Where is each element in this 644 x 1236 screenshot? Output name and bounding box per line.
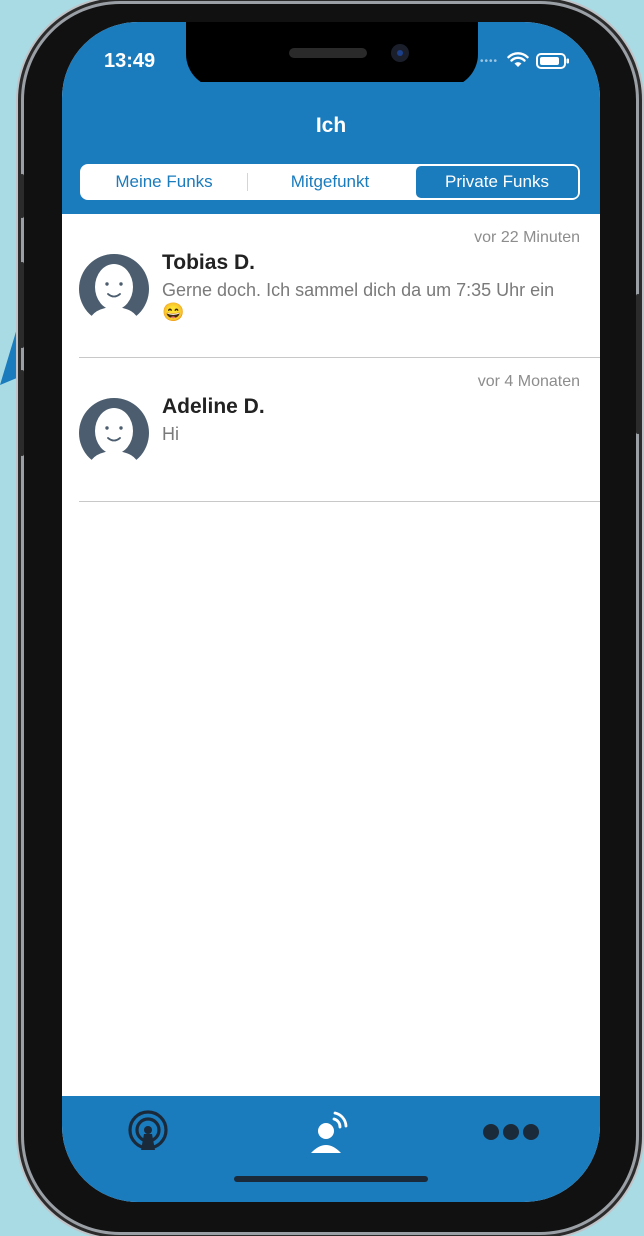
avatar-icon	[79, 398, 149, 468]
message-preview: Gerne doch. Ich sammel dich da um 7:35 U…	[162, 280, 555, 322]
battery-icon	[536, 53, 569, 69]
bottom-tab-bar	[62, 1096, 600, 1202]
segmented-control: Meine Funks Mitgefunkt Private Funks	[80, 164, 580, 200]
notch	[186, 22, 478, 88]
tab-meine-funks[interactable]: Meine Funks	[81, 165, 247, 199]
broadcast-icon[interactable]	[126, 1110, 170, 1154]
more-dots-icon[interactable]	[482, 1122, 540, 1142]
navigation-header: Ich Meine Funks Mitgefunkt Private Funks	[62, 82, 600, 214]
tab-mitgefunkt[interactable]: Mitgefunkt	[247, 165, 413, 199]
speaker-grille	[289, 48, 367, 58]
power-button	[636, 294, 640, 434]
status-time: 13:49	[104, 50, 156, 72]
conversation-item[interactable]: vor 22 Minuten Tobias D. Gerne doch. Ich…	[62, 214, 600, 358]
mute-switch	[20, 174, 24, 218]
tab-private-funks[interactable]: Private Funks	[415, 165, 579, 199]
conversation-timestamp: vor 22 Minuten	[474, 229, 580, 246]
profile-speaking-icon[interactable]	[308, 1110, 352, 1154]
home-indicator	[234, 1176, 428, 1182]
avatar-icon	[79, 254, 149, 324]
list-separator	[79, 501, 600, 502]
signal-icon: ••••	[480, 56, 499, 67]
contact-name: Adeline D.	[162, 395, 265, 418]
app-screen: 13:49 •••• Ich Meine Funks Mitgefunkt Pr…	[62, 22, 600, 1202]
status-bar: 13:49 ••••	[62, 22, 600, 88]
message-preview: Hi	[162, 424, 179, 444]
conversation-item[interactable]: vor 4 Monaten Adeline D. Hi	[62, 358, 600, 502]
conversation-list: vor 22 Minuten Tobias D. Gerne doch. Ich…	[62, 214, 600, 502]
wifi-icon	[507, 52, 529, 67]
volume-up-button	[20, 262, 24, 348]
front-camera	[391, 44, 409, 62]
volume-down-button	[20, 370, 24, 456]
page-title: Ich	[315, 114, 347, 137]
contact-name: Tobias D.	[162, 251, 255, 274]
conversation-timestamp: vor 4 Monaten	[477, 373, 580, 390]
